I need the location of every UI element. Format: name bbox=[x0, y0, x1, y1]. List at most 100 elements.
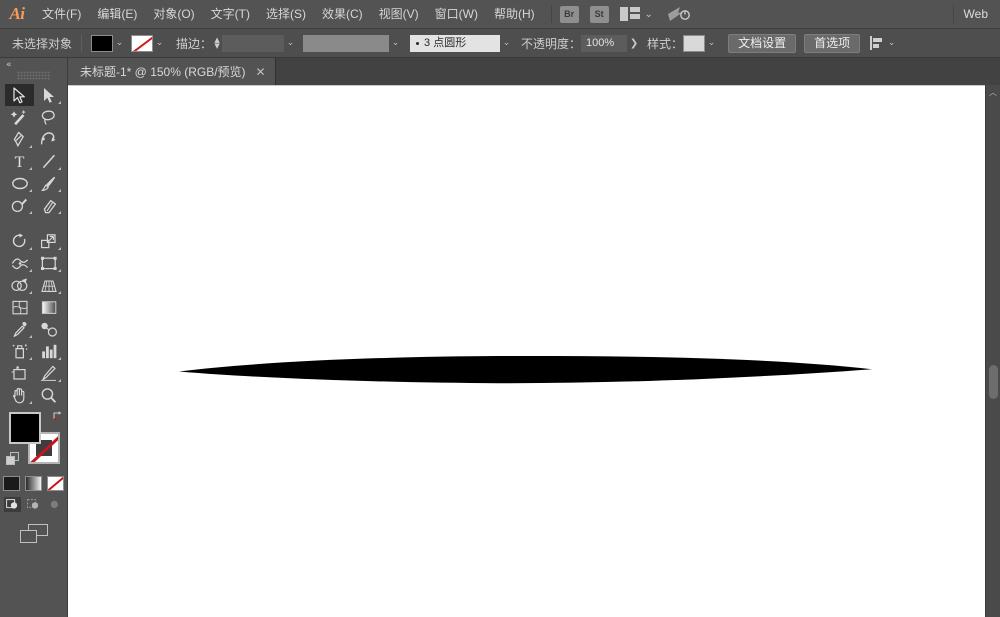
selection-tool[interactable] bbox=[5, 84, 34, 106]
shape-builder-tool[interactable] bbox=[5, 274, 34, 296]
scale-tool[interactable] bbox=[34, 230, 63, 252]
default-fill-stroke-icon[interactable] bbox=[6, 452, 20, 466]
fill-swatch[interactable] bbox=[91, 35, 113, 52]
menu-bar: Ai 文件(F) 编辑(E) 对象(O) 文字(T) 选择(S) 效果(C) 视… bbox=[0, 0, 1000, 29]
document-tab-title: 未标题-1* @ 150% (RGB/预览) bbox=[80, 63, 246, 80]
tabbar-right-rail bbox=[985, 58, 1000, 85]
stroke-weight-stepper[interactable]: ▲▼ bbox=[212, 35, 222, 52]
eyedropper-tool[interactable] bbox=[5, 318, 34, 340]
slice-tool[interactable] bbox=[34, 362, 63, 384]
opacity-options-arrow-icon[interactable]: ❯ bbox=[627, 38, 641, 49]
paintbrush-tool[interactable] bbox=[34, 172, 63, 194]
color-mode-button[interactable] bbox=[3, 476, 20, 491]
menu-type[interactable]: 文字(T) bbox=[203, 0, 258, 29]
graphic-style-swatch[interactable] bbox=[683, 35, 705, 52]
draw-inside-button[interactable] bbox=[46, 497, 63, 512]
style-chevron-down-icon[interactable]: ⌄ bbox=[705, 38, 718, 48]
menubar-divider bbox=[551, 5, 552, 23]
arrange-chevron-down-icon[interactable]: ⌄ bbox=[643, 9, 655, 20]
svg-text:T: T bbox=[15, 154, 25, 170]
opacity-label: 不透明度： bbox=[521, 35, 581, 52]
perspective-grid-tool[interactable] bbox=[34, 274, 63, 296]
hand-tool[interactable] bbox=[5, 384, 34, 406]
tools-panel: « bbox=[0, 58, 68, 617]
opacity-input[interactable]: 100% bbox=[581, 35, 627, 52]
curvature-tool[interactable] bbox=[34, 128, 63, 150]
brush-chevron-down-icon[interactable]: ⌄ bbox=[500, 38, 513, 48]
artboard-tool[interactable] bbox=[5, 362, 34, 384]
gpu-performance-icon[interactable] bbox=[667, 5, 691, 23]
type-tool[interactable]: T bbox=[5, 150, 34, 172]
color-mode-row bbox=[0, 476, 67, 491]
mesh-tool[interactable] bbox=[5, 296, 34, 318]
fill-chevron-down-icon[interactable]: ⌄ bbox=[113, 38, 126, 48]
zoom-tool[interactable] bbox=[34, 384, 63, 406]
change-screen-mode-button[interactable] bbox=[20, 524, 48, 544]
menu-edit[interactable]: 编辑(E) bbox=[89, 0, 145, 29]
document-tab[interactable]: 未标题-1* @ 150% (RGB/预览) ✕ bbox=[68, 58, 276, 85]
artwork-layer bbox=[68, 85, 1000, 617]
gradient-mode-button[interactable] bbox=[25, 476, 42, 491]
brush-definition-select[interactable]: 3 点圆形 bbox=[410, 35, 500, 52]
none-mode-button[interactable] bbox=[47, 476, 64, 491]
control-bar: 未选择对象 ⌄ ⌄ 描边： ▲▼ ⌄ ⌄ 3 点圆形 ⌄ 不透明度： 100% … bbox=[0, 29, 1000, 58]
close-icon[interactable]: ✕ bbox=[256, 66, 266, 78]
control-divider bbox=[81, 35, 82, 52]
workspace-switcher[interactable]: Web bbox=[953, 5, 1000, 23]
draw-normal-button[interactable] bbox=[4, 497, 21, 512]
panel-drag-handle[interactable] bbox=[17, 71, 51, 80]
column-graph-tool[interactable] bbox=[34, 340, 63, 362]
drawing-mode-row bbox=[0, 497, 67, 512]
free-transform-tool[interactable] bbox=[34, 252, 63, 274]
vertical-scrollbar[interactable]: ︿ bbox=[985, 85, 1000, 617]
menu-file[interactable]: 文件(F) bbox=[34, 0, 89, 29]
document-tab-bar: 未标题-1* @ 150% (RGB/预览) ✕ bbox=[68, 58, 1000, 85]
document-setup-button[interactable]: 文档设置 bbox=[728, 34, 796, 53]
selection-status-label: 未选择对象 bbox=[12, 35, 72, 52]
eraser-tool[interactable] bbox=[34, 194, 63, 216]
align-chevron-down-icon[interactable]: ⌄ bbox=[885, 38, 898, 48]
symbol-sprayer-tool[interactable] bbox=[5, 340, 34, 362]
blend-tool[interactable] bbox=[34, 318, 63, 340]
menu-object[interactable]: 对象(O) bbox=[145, 0, 202, 29]
tool-separator bbox=[5, 216, 63, 223]
menu-effect[interactable]: 效果(C) bbox=[314, 0, 371, 29]
brush-preview-icon bbox=[416, 42, 419, 45]
magic-wand-tool[interactable] bbox=[5, 106, 34, 128]
swap-fill-stroke-icon[interactable] bbox=[52, 410, 64, 422]
tapered-brush-stroke[interactable] bbox=[179, 356, 872, 383]
menu-view[interactable]: 视图(V) bbox=[371, 0, 427, 29]
line-segment-tool[interactable] bbox=[34, 150, 63, 172]
stroke-swatch[interactable] bbox=[131, 35, 153, 52]
align-to-icon[interactable] bbox=[870, 36, 885, 50]
ellipse-tool[interactable] bbox=[5, 172, 34, 194]
canvas-area[interactable]: ︿ bbox=[68, 85, 1000, 617]
preferences-button[interactable]: 首选项 bbox=[804, 34, 860, 53]
menu-window[interactable]: 窗口(W) bbox=[427, 0, 486, 29]
stroke-weight-chevron-down-icon[interactable]: ⌄ bbox=[284, 38, 297, 48]
collapse-panel-icon[interactable]: « bbox=[0, 58, 67, 71]
stroke-weight-label: 描边： bbox=[176, 35, 212, 52]
menu-help[interactable]: 帮助(H) bbox=[486, 0, 543, 29]
width-tool[interactable] bbox=[5, 252, 34, 274]
fill-stroke-indicator bbox=[0, 410, 68, 472]
gradient-tool[interactable] bbox=[34, 296, 63, 318]
vertical-scroll-thumb[interactable] bbox=[989, 365, 998, 399]
menu-select[interactable]: 选择(S) bbox=[258, 0, 314, 29]
draw-behind-button[interactable] bbox=[25, 497, 42, 512]
pen-tool[interactable] bbox=[5, 128, 34, 150]
rotate-tool[interactable] bbox=[5, 230, 34, 252]
arrange-documents-icon[interactable] bbox=[620, 7, 640, 21]
bridge-button[interactable]: Br bbox=[560, 6, 579, 23]
stock-button[interactable]: St bbox=[590, 6, 609, 23]
stroke-chevron-down-icon[interactable]: ⌄ bbox=[153, 38, 166, 48]
scroll-up-arrow-icon[interactable]: ︿ bbox=[986, 85, 1000, 99]
direct-selection-tool[interactable] bbox=[34, 84, 63, 106]
fill-color-indicator[interactable] bbox=[9, 412, 41, 444]
variable-width-profile-input[interactable] bbox=[303, 35, 389, 52]
lasso-tool[interactable] bbox=[34, 106, 63, 128]
stroke-weight-input[interactable] bbox=[222, 35, 284, 52]
variable-width-chevron-down-icon[interactable]: ⌄ bbox=[389, 38, 402, 48]
illustrator-window: Ai 文件(F) 编辑(E) 对象(O) 文字(T) 选择(S) 效果(C) 视… bbox=[0, 0, 1000, 617]
shaper-pencil-tool[interactable] bbox=[5, 194, 34, 216]
